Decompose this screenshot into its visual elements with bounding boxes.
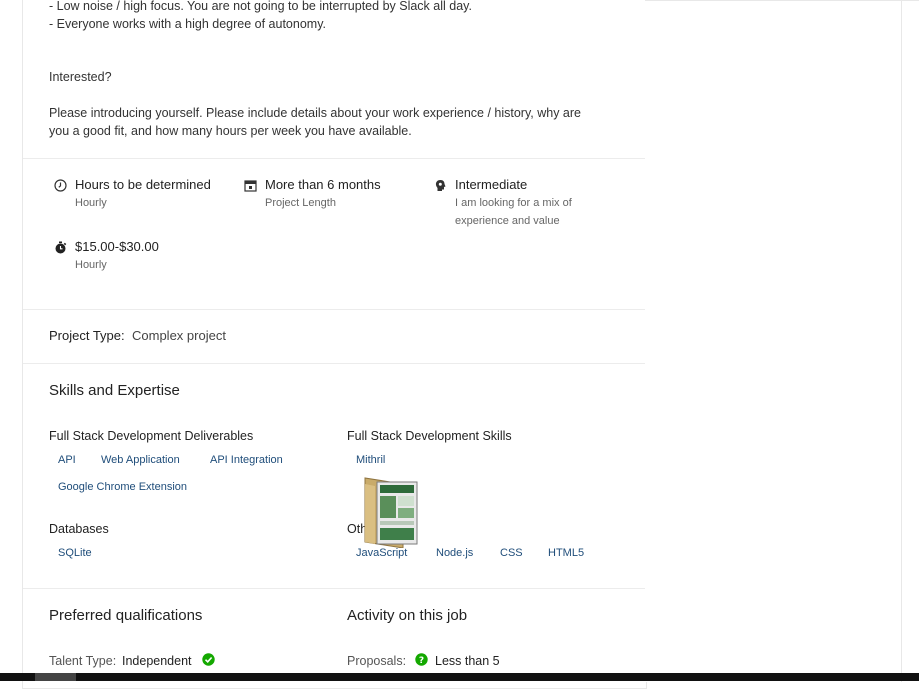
level-sub-line-1: I am looking for a mix of (455, 197, 572, 209)
divider (23, 363, 645, 364)
deliverables-heading: Full Stack Development Deliverables (49, 429, 254, 443)
skill-badge-html5[interactable]: HTML5 (539, 545, 593, 561)
skill-badge-api[interactable]: API (49, 452, 85, 468)
clock-icon (54, 179, 67, 192)
skill-badge-web-application[interactable]: Web Application (92, 452, 189, 468)
divider (23, 309, 645, 310)
rate-title: $15.00-$30.00 (75, 239, 159, 254)
skill-badge-mithril[interactable]: Mithril (347, 452, 394, 468)
skill-badge-google-chrome-extension[interactable]: Google Chrome Extension (49, 479, 196, 495)
description-interested: Interested? (49, 70, 112, 84)
skill-badge-sqlite[interactable]: SQLite (49, 545, 101, 561)
svg-text:?: ? (419, 656, 424, 666)
divider (23, 588, 645, 589)
description-paragraph-line-1: Please introducing yourself. Please incl… (49, 106, 581, 120)
talent-type-label: Talent Type: (49, 654, 117, 668)
length-sub: Project Length (265, 197, 336, 209)
proposals-label: Proposals: (347, 654, 407, 668)
sidebar-column (645, 0, 919, 682)
length-title: More than 6 months (265, 177, 381, 192)
help-circle-icon[interactable]: ? (415, 653, 428, 666)
dragged-folder-icon[interactable] (363, 472, 419, 548)
activity-heading: Activity on this job (347, 607, 468, 624)
level-sub-line-2: experience and value (455, 215, 560, 227)
level-title: Intermediate (455, 177, 528, 192)
hours-sub: Hourly (75, 197, 107, 209)
calendar-icon (244, 180, 257, 192)
project-type-value: Complex project (132, 328, 226, 343)
skill-badge-api-integration[interactable]: API Integration (201, 452, 292, 468)
taskbar (0, 673, 919, 681)
stopwatch-icon (55, 241, 67, 254)
brain-icon (435, 180, 446, 191)
skill-badge-nodejs[interactable]: Node.js (427, 545, 482, 561)
qualifications-heading: Preferred qualifications (49, 607, 203, 624)
proposals-value: Less than 5 (435, 654, 500, 668)
skill-badge-css[interactable]: CSS (491, 545, 532, 561)
fs-skills-heading: Full Stack Development Skills (347, 429, 512, 443)
hours-title: Hours to be determined (75, 177, 211, 192)
talent-type-value: Independent (122, 654, 192, 668)
databases-heading: Databases (49, 522, 109, 536)
rate-sub: Hourly (75, 259, 107, 271)
check-circle-icon (202, 653, 215, 666)
description-line-2: - Everyone works with a high degree of a… (49, 17, 326, 31)
description-paragraph-line-2: you a good fit, and how many hours per w… (49, 124, 412, 138)
description-line-1: - Low noise / high focus. You are not go… (49, 0, 472, 13)
skills-heading: Skills and Expertise (49, 382, 180, 399)
divider (23, 158, 645, 159)
taskbar-item[interactable] (35, 673, 76, 681)
project-type-label: Project Type: (49, 328, 125, 343)
